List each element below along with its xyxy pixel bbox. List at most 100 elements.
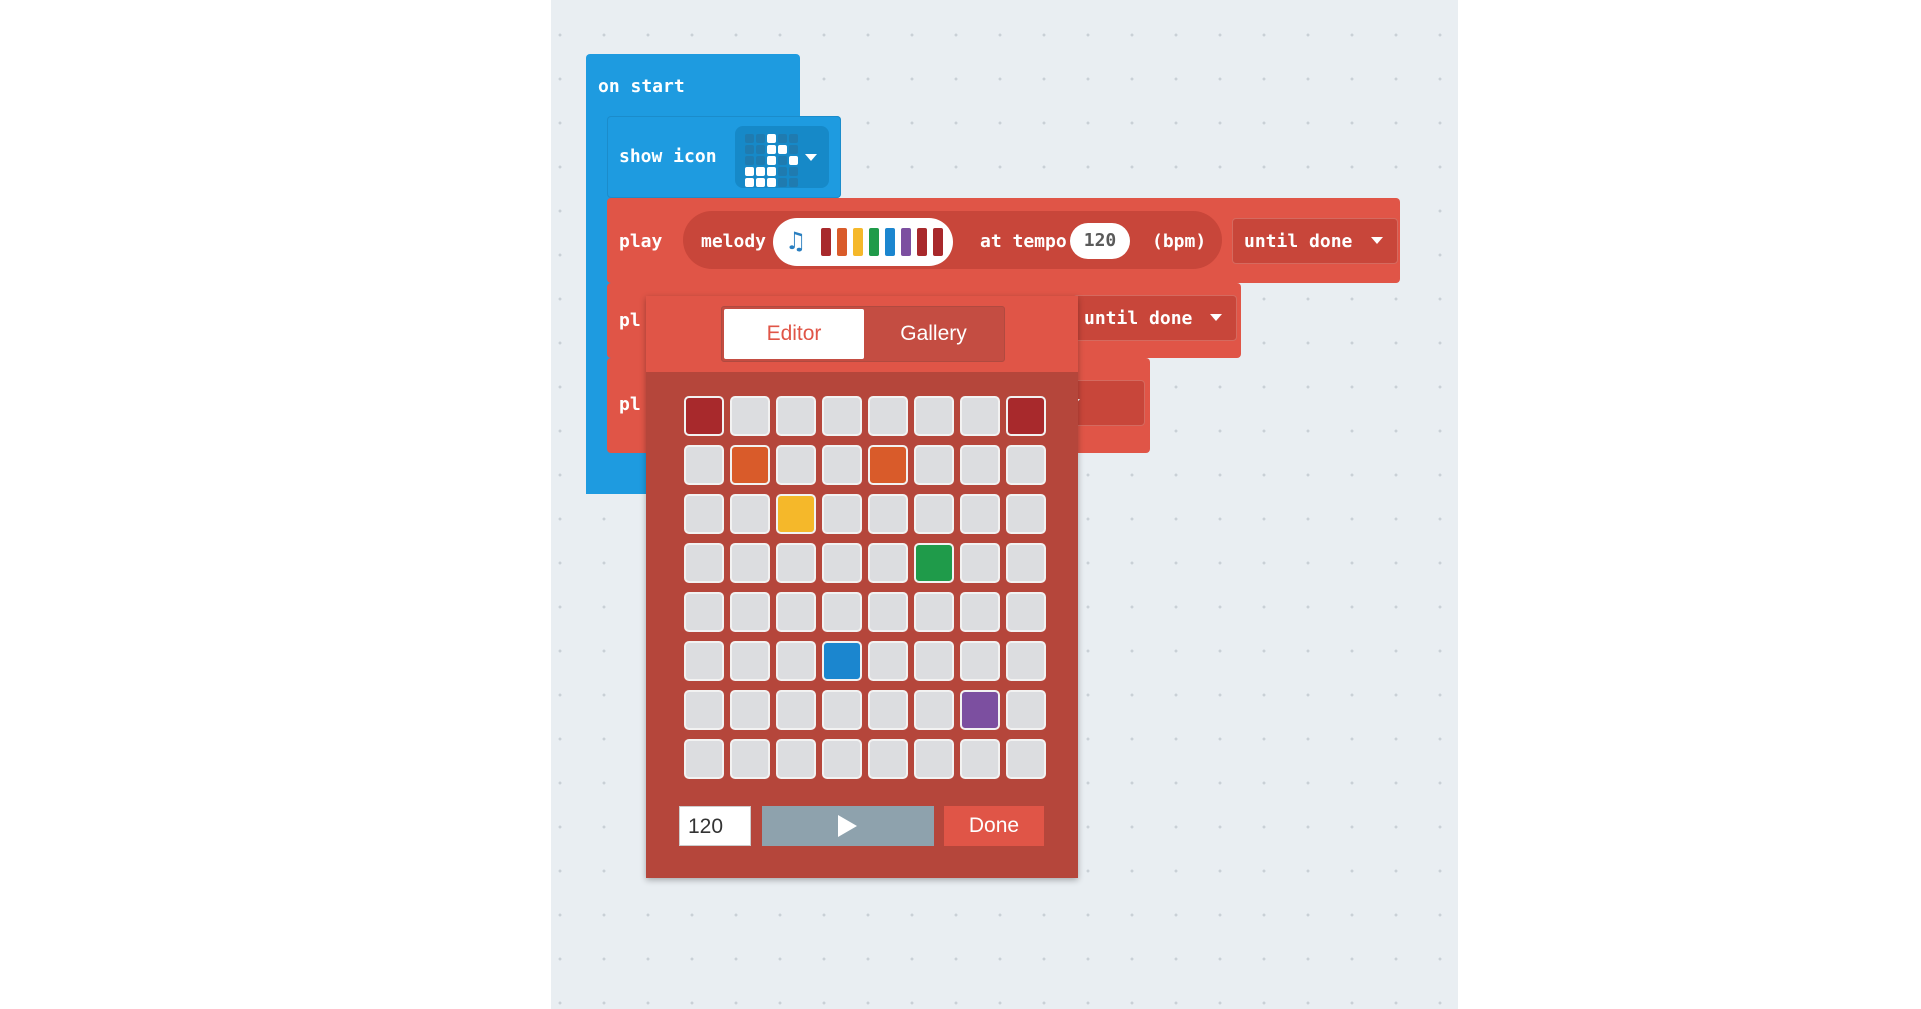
melody-field[interactable]: ♫ (773, 218, 953, 266)
until-done-label: until done (1244, 231, 1353, 252)
note-cell[interactable] (684, 445, 724, 485)
until-done-dropdown[interactable]: until done (1073, 295, 1237, 341)
note-cell[interactable] (868, 494, 908, 534)
play-melody-block[interactable]: play melody at tempo (bpm) until done (607, 198, 1400, 283)
melody-swatch (885, 228, 895, 256)
led-cell (789, 145, 798, 154)
note-cell[interactable] (914, 690, 954, 730)
note-cell[interactable] (960, 494, 1000, 534)
note-cell[interactable] (960, 445, 1000, 485)
note-cell[interactable] (960, 739, 1000, 779)
note-cell[interactable] (730, 690, 770, 730)
note-cell[interactable] (960, 396, 1000, 436)
note-cell[interactable] (730, 445, 770, 485)
note-cell[interactable] (822, 494, 862, 534)
bpm-label: (bpm) (1152, 231, 1207, 252)
note-cell[interactable] (730, 739, 770, 779)
until-done-dropdown[interactable]: until done (1232, 218, 1398, 264)
melody-swatch (901, 228, 911, 256)
led-cell (745, 167, 754, 176)
note-cell[interactable] (868, 641, 908, 681)
note-cell[interactable] (1006, 690, 1046, 730)
note-cell[interactable] (868, 543, 908, 583)
note-cell[interactable] (914, 739, 954, 779)
note-cell[interactable] (684, 641, 724, 681)
note-cell[interactable] (776, 494, 816, 534)
note-cell[interactable] (1006, 739, 1046, 779)
led-cell (778, 178, 787, 187)
note-cell[interactable] (868, 445, 908, 485)
note-cell[interactable] (960, 592, 1000, 632)
note-cell[interactable] (1006, 641, 1046, 681)
tempo-field[interactable]: 120 (1070, 223, 1130, 259)
note-cell[interactable] (914, 494, 954, 534)
note-cell[interactable] (914, 543, 954, 583)
note-cell[interactable] (776, 445, 816, 485)
note-cell[interactable] (776, 739, 816, 779)
note-cell[interactable] (822, 690, 862, 730)
music-note-icon: ♫ (785, 227, 807, 255)
note-cell[interactable] (960, 641, 1000, 681)
melody-editor-header: Editor Gallery (646, 296, 1078, 372)
melody-label: melody (701, 231, 767, 252)
note-cell[interactable] (684, 494, 724, 534)
note-cell[interactable] (776, 641, 816, 681)
note-cell[interactable] (868, 592, 908, 632)
note-cell[interactable] (868, 739, 908, 779)
note-cell[interactable] (822, 641, 862, 681)
note-cell[interactable] (1006, 592, 1046, 632)
play-label: pl (619, 310, 641, 331)
note-cell[interactable] (730, 641, 770, 681)
led-cell (789, 134, 798, 143)
note-cell[interactable] (1006, 543, 1046, 583)
note-cell[interactable] (684, 592, 724, 632)
note-cell[interactable] (868, 690, 908, 730)
note-cell[interactable] (730, 494, 770, 534)
tempo-input[interactable]: 120 (679, 806, 751, 846)
icon-preview (745, 134, 798, 187)
note-cell[interactable] (914, 592, 954, 632)
icon-picker-field[interactable] (735, 126, 829, 188)
tab-editor[interactable]: Editor (724, 309, 864, 359)
play-label: pl (619, 394, 641, 415)
melody-swatch (933, 228, 943, 256)
note-cell[interactable] (684, 396, 724, 436)
note-cell[interactable] (684, 690, 724, 730)
led-cell (767, 145, 776, 154)
melody-swatch (917, 228, 927, 256)
note-cell[interactable] (822, 543, 862, 583)
tab-gallery[interactable]: Gallery (865, 309, 1002, 359)
led-cell (789, 156, 798, 165)
note-cell[interactable] (776, 396, 816, 436)
note-cell[interactable] (960, 543, 1000, 583)
note-cell[interactable] (730, 396, 770, 436)
note-cell[interactable] (1006, 494, 1046, 534)
note-cell[interactable] (776, 690, 816, 730)
editor-tabs: Editor Gallery (721, 306, 1005, 362)
note-cell[interactable] (914, 641, 954, 681)
note-cell[interactable] (868, 396, 908, 436)
note-cell[interactable] (730, 592, 770, 632)
show-icon-block[interactable]: show icon (607, 116, 841, 198)
chevron-down-icon (805, 154, 817, 161)
note-cell[interactable] (822, 739, 862, 779)
note-cell[interactable] (822, 445, 862, 485)
note-cell[interactable] (822, 592, 862, 632)
note-cell[interactable] (914, 396, 954, 436)
led-cell (756, 167, 765, 176)
done-button[interactable]: Done (944, 806, 1044, 846)
melody-note-grid (684, 396, 1046, 779)
note-cell[interactable] (1006, 396, 1046, 436)
note-cell[interactable] (914, 445, 954, 485)
note-cell[interactable] (776, 592, 816, 632)
led-cell (767, 134, 776, 143)
note-cell[interactable] (684, 543, 724, 583)
note-cell[interactable] (960, 690, 1000, 730)
on-start-label: on start (598, 76, 685, 97)
note-cell[interactable] (822, 396, 862, 436)
play-button[interactable] (762, 806, 934, 846)
note-cell[interactable] (730, 543, 770, 583)
note-cell[interactable] (1006, 445, 1046, 485)
note-cell[interactable] (684, 739, 724, 779)
note-cell[interactable] (776, 543, 816, 583)
